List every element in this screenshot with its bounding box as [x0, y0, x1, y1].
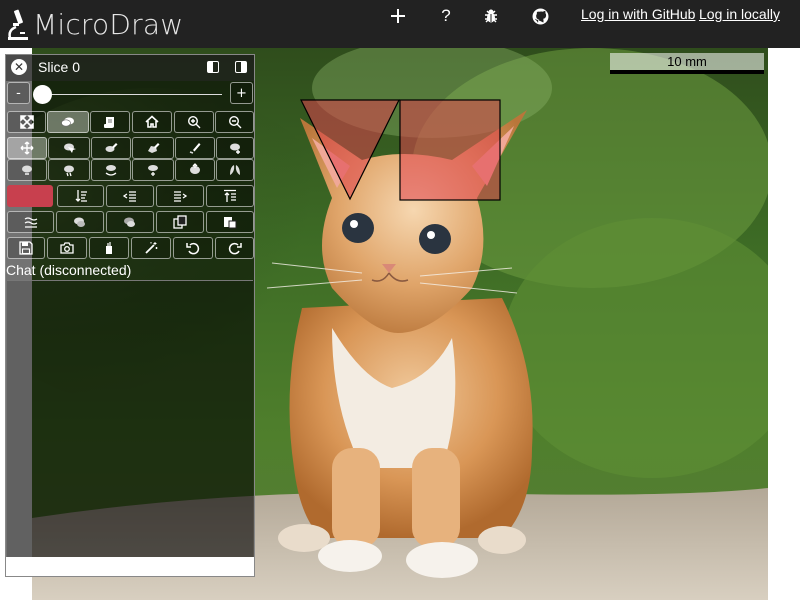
home-icon — [145, 115, 159, 128]
microscope-logo-icon — [8, 9, 28, 40]
pencil-line-icon — [189, 143, 201, 154]
close-icon[interactable]: ✕ — [11, 59, 27, 75]
smooth-tool-button[interactable] — [216, 159, 254, 181]
region-flip-icon — [148, 165, 158, 176]
wave-icon — [24, 217, 37, 228]
slice-next-button[interactable]: + — [230, 82, 253, 104]
slice-slider-track[interactable] — [42, 94, 222, 95]
github-icon[interactable] — [528, 6, 552, 26]
sort-ascending-icon — [75, 190, 87, 202]
region-rotate-icon — [105, 165, 117, 176]
zoom-out-button[interactable] — [215, 111, 254, 133]
intersect-tool-button[interactable] — [106, 211, 154, 233]
pencil-polygon-icon — [148, 143, 160, 153]
zoom-in-icon — [187, 115, 201, 129]
chat-toggle-button[interactable] — [47, 111, 89, 133]
paste-button[interactable] — [206, 211, 254, 233]
chat-input[interactable] — [6, 557, 254, 576]
login-locally-link[interactable]: Log in locally — [699, 6, 780, 22]
save-button[interactable] — [7, 237, 45, 259]
wave-tool-button[interactable] — [7, 211, 54, 233]
navigate-tool-button[interactable] — [7, 137, 47, 159]
top-navbar: MicroDraw ? Log in with GitHub Log in lo… — [0, 0, 800, 48]
toggle-handles-button[interactable] — [175, 159, 215, 181]
undo-icon — [186, 242, 200, 255]
indent-left-icon — [123, 191, 136, 202]
zoom-in-button[interactable] — [174, 111, 214, 133]
save-icon — [19, 241, 33, 255]
select-region-icon — [64, 143, 76, 153]
screenshot-button[interactable] — [47, 237, 87, 259]
bring-forward-button[interactable] — [57, 185, 104, 207]
send-backward-button[interactable] — [106, 185, 154, 207]
region-intersect-icon — [124, 217, 135, 227]
login-github-link[interactable]: Log in with GitHub — [581, 6, 695, 22]
draw-polygon-tool-button[interactable] — [132, 137, 174, 159]
select-tool-button[interactable] — [48, 137, 90, 159]
copy-button[interactable] — [156, 211, 204, 233]
chat-bubble-icon — [61, 117, 74, 127]
paste-icon — [224, 217, 237, 229]
slice-label: Slice 0 — [38, 59, 81, 75]
magic-wand-icon — [145, 242, 158, 254]
top-align-icon — [224, 189, 236, 202]
slice-prev-button[interactable]: - — [7, 82, 30, 104]
undo-button[interactable] — [173, 237, 213, 259]
magic-wand-button[interactable] — [131, 237, 171, 259]
region-union-icon — [74, 217, 85, 227]
pencil-region-icon — [105, 143, 118, 152]
dock-right-icon[interactable] — [235, 61, 247, 73]
redo-button[interactable] — [215, 237, 254, 259]
bucket-icon — [106, 242, 112, 254]
chat-status-label: Chat (disconnected) — [6, 262, 132, 278]
move-arrows-icon — [20, 141, 34, 155]
app-title: MicroDraw — [33, 8, 184, 41]
panel-header[interactable]: ✕ Slice 0 — [6, 55, 254, 81]
add-point-tool-button[interactable] — [216, 137, 254, 159]
camera-icon — [60, 242, 74, 254]
rotate-tool-button[interactable] — [91, 159, 131, 181]
expand-icon — [19, 115, 34, 129]
bucket-tool-button[interactable] — [89, 237, 129, 259]
region-handle-icon — [190, 163, 200, 174]
tool-panel: ✕ Slice 0 - + Chat (disconnected) — [5, 54, 255, 577]
split-tool-button[interactable] — [48, 159, 90, 181]
send-to-back-button[interactable] — [206, 185, 254, 207]
indent-right-icon — [174, 191, 187, 202]
fullscreen-button[interactable] — [7, 111, 46, 133]
region-plus-icon — [230, 143, 240, 154]
help-icon[interactable]: ? — [434, 6, 458, 26]
delete-point-tool-button[interactable] — [7, 159, 47, 181]
script-button[interactable] — [90, 111, 130, 133]
bug-icon[interactable] — [479, 6, 503, 26]
flip-tool-button[interactable] — [132, 159, 174, 181]
region-minus-icon — [22, 165, 32, 175]
home-button[interactable] — [132, 111, 172, 133]
chat-log — [7, 280, 253, 557]
scale-bar: 10 mm — [610, 53, 764, 74]
dock-left-icon[interactable] — [207, 61, 219, 73]
zoom-out-icon — [228, 115, 241, 129]
simplify-tool-button[interactable] — [175, 137, 215, 159]
region-split-icon — [64, 165, 74, 177]
redo-icon — [228, 242, 242, 255]
plus-icon[interactable] — [386, 6, 410, 26]
bring-to-front-button[interactable] — [156, 185, 204, 207]
slice-slider-thumb[interactable] — [33, 85, 52, 104]
copy-icon — [173, 215, 187, 229]
union-tool-button[interactable] — [56, 211, 104, 233]
region-color-swatch[interactable] — [7, 185, 53, 207]
leaf-regions-icon — [230, 165, 240, 175]
draw-tool-button[interactable] — [91, 137, 131, 159]
scroll-icon — [104, 117, 114, 128]
